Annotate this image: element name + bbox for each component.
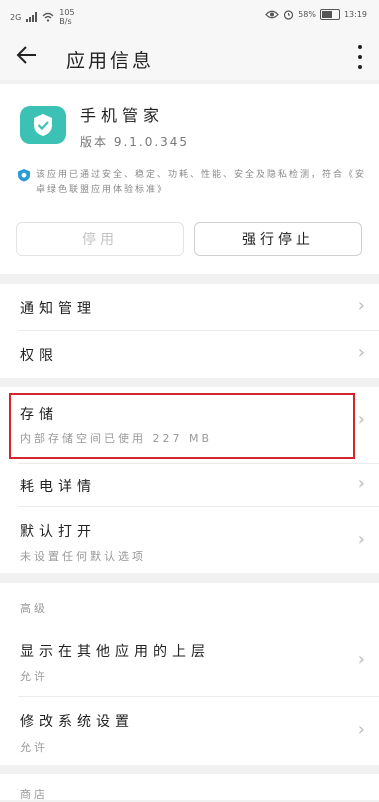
chevron-right-icon: › xyxy=(357,295,365,316)
app-version: 版本 9.1.0.345 xyxy=(80,135,190,149)
app-icon xyxy=(20,106,66,144)
clock: 13:19 xyxy=(343,10,367,19)
app-bar: 应用信息 xyxy=(0,34,379,80)
chevron-right-icon: › xyxy=(357,649,365,670)
open-by-default-title: 默认打开 xyxy=(20,524,96,540)
modify-system-settings-status: 允许 xyxy=(20,741,48,754)
highlight-box xyxy=(9,393,355,459)
chevron-right-icon: › xyxy=(357,529,365,550)
status-right: 58% 13:19 xyxy=(265,9,367,20)
certification-notice: 该应用已通过安全、稳定、功耗、性能、安全及隐私检测，符合《安卓绿色联盟应用体验标… xyxy=(36,170,367,195)
battery-usage-item[interactable]: 耗电详情 › xyxy=(0,464,379,506)
back-arrow-icon[interactable] xyxy=(16,44,42,70)
status-bar: 2G 105 B/s 58% 13:19 xyxy=(0,0,379,34)
wifi-icon xyxy=(42,12,54,22)
page-title: 应用信息 xyxy=(66,50,155,72)
green-alliance-icon xyxy=(18,169,30,182)
network-speed: 105 B/s xyxy=(59,8,74,26)
battery-usage-label: 耗电详情 xyxy=(20,479,96,495)
alarm-icon xyxy=(284,10,294,20)
speed-value: 105 xyxy=(59,8,75,17)
permissions-label: 权限 xyxy=(20,348,58,364)
chevron-right-icon: › xyxy=(357,409,365,430)
force-stop-button[interactable]: 强行停止 xyxy=(194,222,362,256)
status-left: 2G 105 B/s xyxy=(10,8,75,26)
modify-system-settings-title: 修改系统设置 xyxy=(20,714,134,730)
app-name: 手机管家 xyxy=(80,106,165,125)
display-over-apps-title: 显示在其他应用的上层 xyxy=(20,644,210,660)
display-over-apps-item[interactable]: 显示在其他应用的上层 允许 › xyxy=(0,625,379,695)
open-by-default-item[interactable]: 默认打开 未设置任何默认选项 › xyxy=(0,507,379,573)
open-by-default-subtitle: 未设置任何默认选项 xyxy=(20,550,146,563)
modify-system-settings-item[interactable]: 修改系统设置 允许 › xyxy=(0,697,379,765)
battery-icon xyxy=(319,9,340,20)
chevron-right-icon: › xyxy=(357,719,365,740)
display-over-apps-status: 允许 xyxy=(20,670,48,683)
notification-management-item[interactable]: 通知管理 › xyxy=(0,284,379,330)
disable-button[interactable]: 停用 xyxy=(16,222,184,256)
store-group xyxy=(0,774,379,800)
chevron-right-icon: › xyxy=(357,473,365,494)
more-options-icon[interactable] xyxy=(357,45,363,69)
speed-unit: B/s xyxy=(59,17,72,26)
eye-comfort-icon xyxy=(265,10,279,19)
battery-percent: 58% xyxy=(298,10,316,19)
signal-icon xyxy=(26,12,38,22)
permissions-item[interactable]: 权限 › xyxy=(0,331,379,378)
network-type: 2G xyxy=(10,12,22,22)
chevron-right-icon: › xyxy=(357,342,365,363)
advanced-section-label: 高级 xyxy=(20,602,48,615)
shield-check-icon xyxy=(34,114,52,136)
notification-management-label: 通知管理 xyxy=(20,301,96,317)
